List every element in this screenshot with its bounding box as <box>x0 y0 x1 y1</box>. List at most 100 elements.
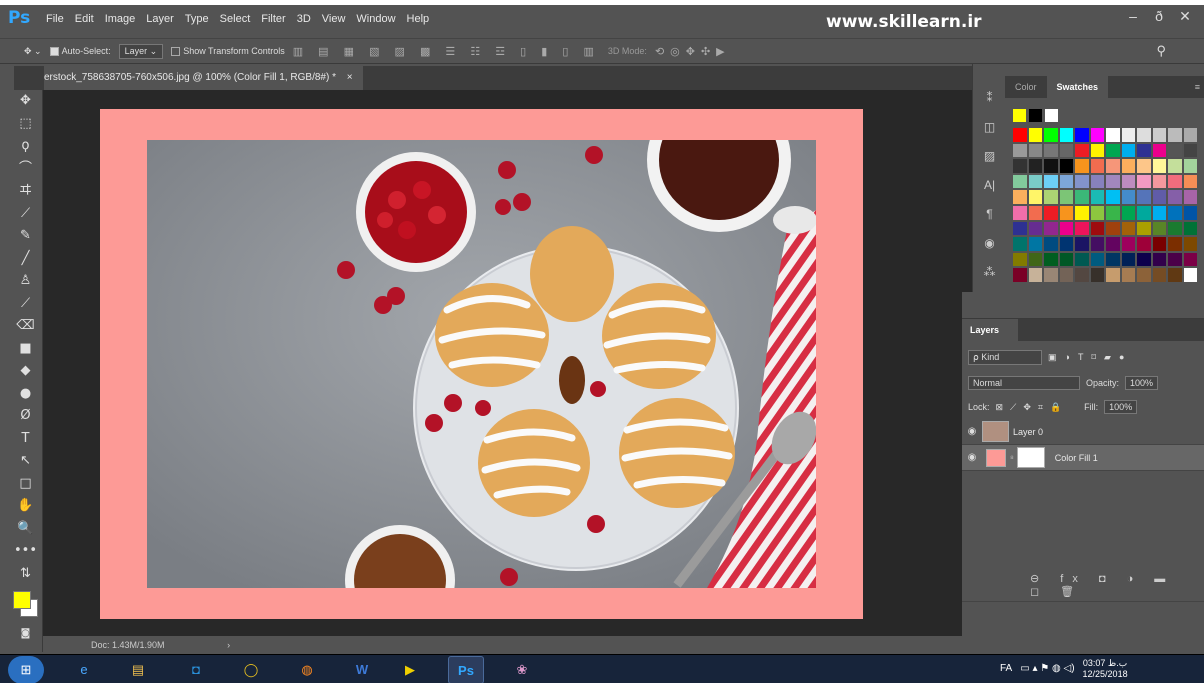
swatch[interactable] <box>1012 251 1028 268</box>
link-icon[interactable]: ⁸ <box>1010 453 1014 463</box>
clock[interactable]: 03:07 ب.ظ 12/25/2018 <box>1083 658 1128 680</box>
swatch[interactable] <box>1012 189 1028 205</box>
swatch[interactable] <box>1043 189 1059 205</box>
swatch[interactable] <box>1058 127 1074 143</box>
photoshop-taskbar-icon[interactable]: Ps <box>448 656 484 683</box>
explorer-icon[interactable]: ▤ <box>120 656 156 683</box>
history-brush-tool-icon[interactable]: ⟋ <box>8 293 43 316</box>
word-icon[interactable]: W <box>344 656 380 683</box>
swatch[interactable] <box>1136 173 1152 190</box>
swatch[interactable] <box>1151 173 1167 190</box>
swatch[interactable] <box>1105 158 1121 174</box>
swatch[interactable] <box>1136 127 1152 143</box>
kind-filter-dropdown[interactable]: ⍴ Kind <box>968 349 1042 365</box>
swatch[interactable] <box>1136 189 1152 205</box>
menu-window[interactable]: Window <box>356 13 395 25</box>
swatch[interactable] <box>1043 173 1059 190</box>
swatch[interactable] <box>1012 236 1028 252</box>
transform-controls-checkbox[interactable]: Show Transform Controls <box>171 46 285 57</box>
swatch[interactable] <box>1151 189 1167 205</box>
clone-stamp-tool-icon[interactable]: ♙ <box>8 270 43 293</box>
paragraph-icon[interactable]: ¶ <box>973 200 1006 229</box>
swatch[interactable] <box>1120 158 1136 174</box>
swatch[interactable] <box>1074 173 1090 190</box>
swatch[interactable] <box>1027 251 1043 268</box>
swatch[interactable] <box>1058 251 1074 268</box>
autoselect-dropdown[interactable]: Layer ⌄ <box>118 43 164 59</box>
eraser-tool-icon[interactable]: ⌫ <box>8 315 43 338</box>
dodge-tool-icon[interactable]: ● <box>8 383 43 406</box>
3d-mode-icons[interactable]: ⟲◎✥✣▶ <box>655 45 731 58</box>
swatch[interactable] <box>1167 204 1183 221</box>
swatch[interactable] <box>1058 189 1074 205</box>
swatch[interactable] <box>1136 220 1152 237</box>
swatch[interactable] <box>1151 236 1167 252</box>
crop-tool-icon[interactable]: ヰ <box>8 180 43 203</box>
recent-swatch[interactable] <box>1044 108 1059 123</box>
swatch[interactable] <box>1105 220 1121 237</box>
swatch[interactable] <box>1074 267 1090 283</box>
swatch[interactable] <box>1120 220 1136 237</box>
swatch[interactable] <box>1167 189 1183 205</box>
menu-filter[interactable]: Filter <box>261 13 285 25</box>
zoom-tool-icon[interactable]: 🔍 <box>8 518 43 541</box>
swatch[interactable] <box>1027 173 1043 190</box>
blur-tool-icon[interactable]: ◆ <box>8 360 43 383</box>
paint-icon[interactable]: ❀ <box>504 656 540 683</box>
tab-swatches[interactable]: Swatches <box>1046 76 1109 98</box>
recent-swatch[interactable] <box>1012 108 1027 123</box>
swatch[interactable] <box>1136 204 1152 221</box>
swatch[interactable] <box>1105 267 1121 283</box>
swatch[interactable] <box>1120 236 1136 252</box>
swatch[interactable] <box>1105 236 1121 252</box>
menu-type[interactable]: Type <box>185 13 209 25</box>
swatch[interactable] <box>1074 142 1090 159</box>
swatch[interactable] <box>1074 158 1090 174</box>
actions-icon[interactable]: ⁂ <box>973 258 1006 287</box>
libraries-icon[interactable]: ◉ <box>973 229 1006 258</box>
media-icon[interactable]: ◘ <box>178 656 214 683</box>
close-tab-icon[interactable]: × <box>347 72 353 83</box>
swatch[interactable] <box>1151 204 1167 221</box>
gradient-tool-icon[interactable]: ■ <box>8 338 43 361</box>
firefox-icon[interactable]: ◍ <box>289 656 325 683</box>
swatch[interactable] <box>1167 158 1183 174</box>
pen-tool-icon[interactable]: Ø <box>8 405 43 428</box>
swatch[interactable] <box>1105 189 1121 205</box>
type-tool-icon[interactable]: T <box>8 428 43 451</box>
layer-row-color-fill[interactable]: ◉ ⁸ Color Fill 1 <box>962 445 1204 471</box>
start-button-icon[interactable]: ⊞ <box>8 656 44 683</box>
visibility-eye-icon[interactable]: ◉ <box>962 426 982 437</box>
panel-menu-icon[interactable]: ≡ <box>1195 82 1200 92</box>
swatch[interactable] <box>1089 236 1105 252</box>
swatch[interactable] <box>1089 220 1105 237</box>
swatch[interactable] <box>1105 251 1121 268</box>
swatch[interactable] <box>1089 204 1105 221</box>
menu-edit[interactable]: Edit <box>75 13 94 25</box>
swatch[interactable] <box>1058 204 1074 221</box>
swatch[interactable] <box>1182 267 1198 283</box>
swatch[interactable] <box>1089 173 1105 190</box>
minimize-button[interactable]: – <box>1120 7 1146 25</box>
swatch[interactable] <box>1012 267 1028 283</box>
swatch[interactable] <box>1074 204 1090 221</box>
blend-mode-dropdown[interactable]: Normal <box>968 376 1080 390</box>
swatch[interactable] <box>1151 142 1167 159</box>
recent-swatch[interactable] <box>1028 108 1043 123</box>
swap-colors-icon[interactable]: ⇅ <box>8 563 43 586</box>
tab-color[interactable]: Color <box>1005 76 1047 98</box>
swatch[interactable] <box>1043 142 1059 159</box>
swatch[interactable] <box>1012 220 1028 237</box>
restore-button[interactable]: ð <box>1146 7 1172 25</box>
lock-icons[interactable]: ⊠⟋✥⌗🔒 <box>996 402 1069 413</box>
search-icon[interactable]: ⚲ <box>1156 43 1166 59</box>
swatch[interactable] <box>1120 204 1136 221</box>
swatch[interactable] <box>1027 158 1043 174</box>
close-window-button[interactable]: ✕ <box>1172 7 1198 25</box>
swatch[interactable] <box>1120 127 1136 143</box>
language-indicator[interactable]: FA <box>1000 663 1012 674</box>
swatch[interactable] <box>1105 142 1121 159</box>
swatch[interactable] <box>1182 204 1198 221</box>
swatch[interactable] <box>1120 173 1136 190</box>
brush-tool-icon[interactable]: ╱ <box>8 248 43 271</box>
